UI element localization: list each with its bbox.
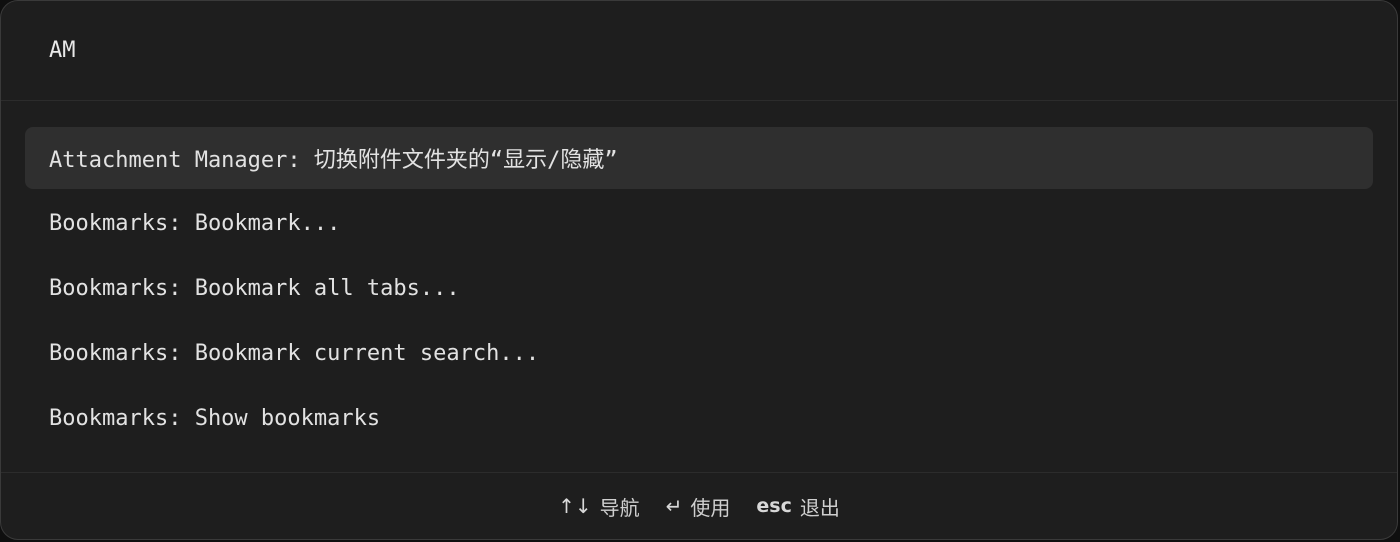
- instructions-footer: ↑↓ 导航 ↵ 使用 esc 退出: [1, 472, 1397, 539]
- result-item-bookmark[interactable]: Bookmarks: Bookmark...: [25, 192, 1373, 254]
- arrow-keys-icon: ↑↓: [558, 494, 592, 518]
- result-item-label: Bookmarks: Bookmark current search...: [49, 340, 540, 366]
- search-input[interactable]: [49, 38, 1349, 63]
- result-item-label: Attachment Manager: 切换附件文件夹的“显示/隐藏”: [49, 148, 618, 173]
- result-item-show-bookmarks[interactable]: Bookmarks: Show bookmarks: [25, 387, 1373, 449]
- hint-navigate-label: 导航: [599, 495, 640, 520]
- result-item-attachment-manager-toggle[interactable]: Attachment Manager: 切换附件文件夹的“显示/隐藏”: [25, 127, 1373, 189]
- hint-use-label: 使用: [690, 495, 731, 520]
- results-list: Attachment Manager: 切换附件文件夹的“显示/隐藏” Book…: [25, 127, 1373, 452]
- hint-exit: esc 退出: [756, 492, 839, 521]
- hint-exit-label: 退出: [799, 495, 840, 520]
- result-item-label: Bookmarks: Bookmark...: [49, 210, 341, 236]
- command-palette: Attachment Manager: 切换附件文件夹的“显示/隐藏” Book…: [0, 0, 1398, 540]
- result-item-bookmark-all-tabs[interactable]: Bookmarks: Bookmark all tabs...: [25, 257, 1373, 319]
- esc-key: esc: [756, 495, 792, 517]
- result-item-label: Bookmarks: Show bookmarks: [49, 405, 381, 431]
- hint-use: ↵ 使用: [666, 492, 731, 521]
- result-item-label: Bookmarks: Bookmark all tabs...: [49, 275, 460, 301]
- hint-navigate: ↑↓ 导航: [558, 492, 640, 521]
- result-item-bookmark-current-search[interactable]: Bookmarks: Bookmark current search...: [25, 322, 1373, 384]
- enter-key-icon: ↵: [665, 494, 683, 518]
- search-row: [1, 1, 1397, 101]
